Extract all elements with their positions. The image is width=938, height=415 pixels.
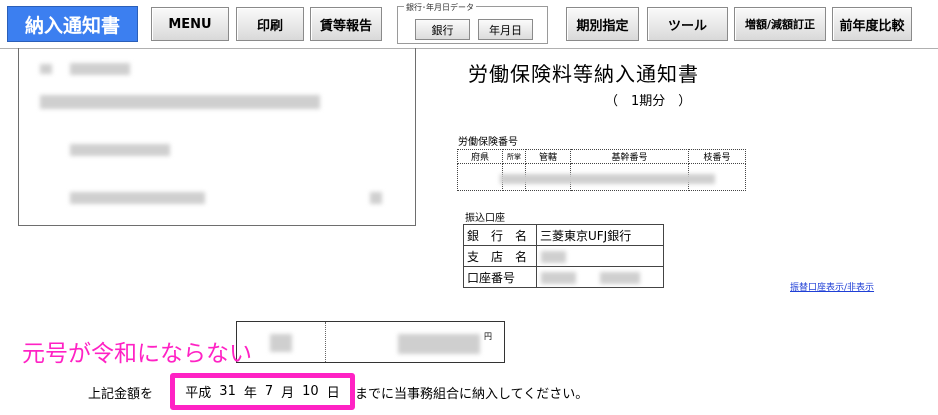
payment-month-unit: 月 xyxy=(281,386,295,401)
menu-button[interactable]: MENU xyxy=(151,7,229,41)
print-button[interactable]: 印刷 xyxy=(236,7,304,41)
bank-date-group-title: 銀行･年月日データ xyxy=(404,2,476,13)
bank-name-value: 三菱東京UFJ銀行 xyxy=(536,224,664,246)
header-base-number: 基幹番号 xyxy=(570,149,689,164)
redacted-branch xyxy=(541,251,566,263)
yen-label: 円 xyxy=(484,332,492,341)
insurance-cell xyxy=(457,163,503,191)
redacted-text xyxy=(70,144,170,156)
account-number-label: 口座番号 xyxy=(463,266,537,288)
redacted-account xyxy=(541,272,576,284)
bank-button[interactable]: 銀行 xyxy=(415,19,470,40)
payment-era: 平成 xyxy=(185,386,212,401)
tools-button[interactable]: ツール xyxy=(647,7,728,41)
title-button[interactable]: 納入通知書 xyxy=(7,6,138,42)
insurance-number-table: 府県 所掌 管轄 基幹番号 枝番号 xyxy=(457,149,746,191)
payment-day: 10 xyxy=(302,384,319,399)
header-prefecture: 府県 xyxy=(457,149,503,164)
header-jurisdiction: 所掌 xyxy=(502,149,526,164)
redacted-text xyxy=(370,192,382,204)
redacted-text xyxy=(40,64,52,74)
redacted-account xyxy=(600,272,640,284)
amount-divider xyxy=(325,322,326,362)
branch-name-label: 支 店 名 xyxy=(463,245,537,267)
redacted-amount xyxy=(270,334,292,352)
payment-day-unit: 日 xyxy=(326,386,340,401)
redacted-text xyxy=(70,63,130,75)
bank-name-label: 銀 行 名 xyxy=(463,224,537,246)
insurance-number-label: 労働保険番号 xyxy=(458,137,518,148)
redacted-amount xyxy=(398,334,480,354)
previous-year-comparison-button[interactable]: 前年度比較 xyxy=(832,7,912,41)
payment-prefix: 上記金額を xyxy=(88,387,154,402)
payment-date-highlight: 平成 31 年 7 月 10 日 xyxy=(170,373,355,410)
toggle-transfer-account-link[interactable]: 振替口座表示/非表示 xyxy=(790,280,874,293)
payment-year: 31 xyxy=(219,384,236,399)
increase-decrease-correction-button[interactable]: 増額/減額訂正 xyxy=(734,7,826,41)
period-label: （ 1期分 ） xyxy=(605,94,692,109)
header-branch-number: 枝番号 xyxy=(688,149,746,164)
annotation-text: 元号が令和にならない xyxy=(22,341,252,367)
date-button[interactable]: 年月日 xyxy=(478,19,533,40)
payment-suffix: までに当事務組合に納入してください。 xyxy=(355,387,589,402)
header-district: 管轄 xyxy=(525,149,571,164)
period-setting-button[interactable]: 期別指定 xyxy=(566,7,639,41)
transfer-account-label: 振込口座 xyxy=(465,213,505,224)
notice-title: 労働保険料等納入通知書 xyxy=(468,62,699,86)
redacted-text xyxy=(40,95,320,109)
redacted-insurance-number xyxy=(500,174,715,184)
payment-month: 7 xyxy=(264,384,274,399)
wage-report-button[interactable]: 賃等報告 xyxy=(310,7,382,41)
payment-year-unit: 年 xyxy=(243,386,257,401)
redacted-text xyxy=(70,192,205,204)
